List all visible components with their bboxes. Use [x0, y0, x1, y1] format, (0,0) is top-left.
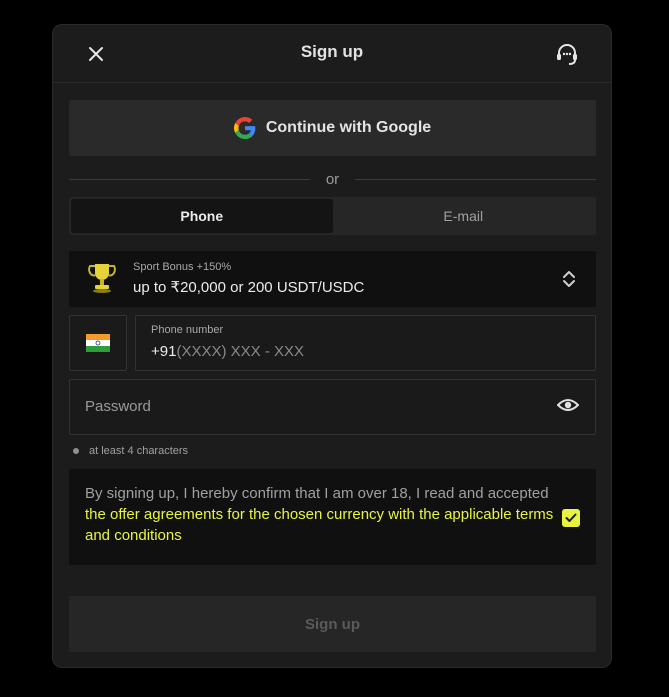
password-input[interactable]: Password [69, 379, 596, 435]
phone-placeholder: (XXXX) XXX - XXX [176, 343, 304, 360]
modal-header: Sign up [53, 25, 611, 83]
phone-value: +91(XXXX) XXX - XXX [151, 343, 304, 360]
terms-link[interactable]: the offer agreements for the chosen curr… [85, 506, 553, 544]
or-divider: or [69, 169, 596, 189]
google-signin-button[interactable]: Continue with Google [69, 100, 596, 156]
divider-line [69, 178, 310, 180]
checkmark-icon [565, 513, 577, 522]
phone-label: Phone number [151, 324, 224, 336]
bonus-selector[interactable]: Sport Bonus +150% up to ₹20,000 or 200 U… [69, 251, 596, 307]
bonus-title: up to ₹20,000 or 200 USDT/USDC [133, 279, 365, 296]
country-selector[interactable] [69, 315, 127, 371]
password-placeholder: Password [85, 398, 151, 415]
google-logo-icon [233, 117, 256, 139]
support-button[interactable] [553, 40, 581, 68]
eye-icon[interactable] [557, 397, 579, 413]
terms-text: By signing up, I hereby confirm that I a… [85, 483, 555, 546]
chevron-updown-icon [563, 271, 575, 287]
tab-phone[interactable]: Phone [71, 199, 333, 233]
phone-input[interactable]: Phone number +91(XXXX) XXX - XXX [135, 315, 596, 371]
tab-email[interactable]: E-mail [333, 199, 595, 233]
country-code: +91 [151, 343, 177, 360]
google-button-label: Continue with Google [265, 119, 432, 136]
hint-text: at least 4 characters [89, 445, 189, 457]
india-flag-icon [86, 334, 110, 352]
trophy-icon [88, 264, 116, 293]
headset-icon [557, 44, 577, 65]
terms-checkbox[interactable] [562, 509, 580, 527]
signup-method-tabs: Phone E-mail [69, 197, 596, 235]
signup-modal: Sign up Continue with Google or Phone E-… [52, 24, 612, 668]
hint-bullet [73, 448, 79, 454]
password-hint: at least 4 characters [73, 445, 188, 457]
page-title: Sign up [300, 42, 364, 61]
signup-submit-button[interactable]: Sign up [69, 596, 596, 652]
divider-text: or [325, 170, 340, 188]
terms-statement: By signing up, I hereby confirm that I a… [85, 485, 549, 502]
bonus-subtitle: Sport Bonus +150% [133, 261, 232, 273]
terms-panel: By signing up, I hereby confirm that I a… [69, 469, 596, 565]
divider-line [355, 178, 596, 180]
